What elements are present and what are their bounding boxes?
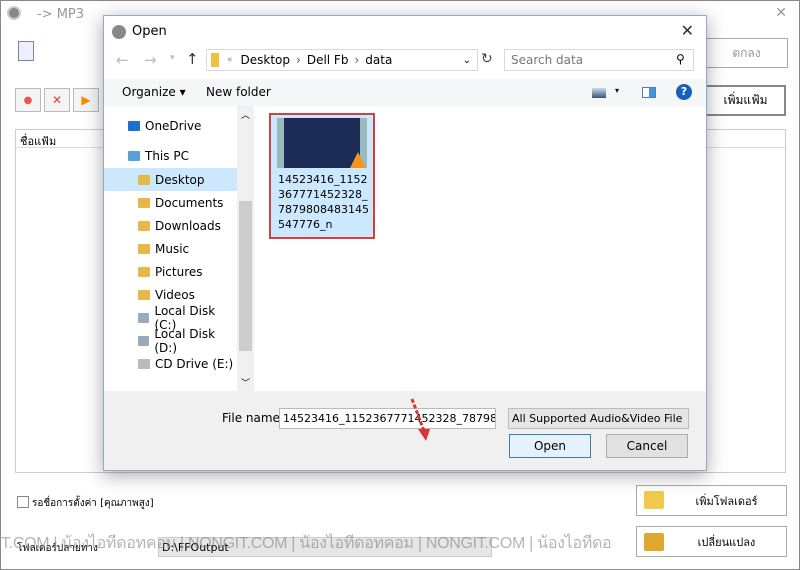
recent-chevron-icon[interactable]: ▾ xyxy=(170,53,175,63)
nav-item-label: This PC xyxy=(145,148,189,163)
breadcrumb-data[interactable]: data xyxy=(365,53,392,67)
drive-icon xyxy=(138,335,150,346)
nav-item-pictures[interactable]: Pictures xyxy=(104,260,237,283)
view-chevron-icon[interactable]: ▾ xyxy=(615,86,619,95)
settings-checkbox[interactable] xyxy=(17,496,29,508)
file-item[interactable]: 14523416_1152367771452328_78798084831455… xyxy=(269,113,375,239)
file-view: 14523416_1152367771452328_78798084831455… xyxy=(256,106,706,391)
nav-item-label: Downloads xyxy=(155,218,221,233)
search-input[interactable]: Search data xyxy=(504,49,694,71)
add-file-icon[interactable]: ● xyxy=(15,88,41,112)
address-bar[interactable]: « Desktop › Dell Fb › data ⌄ xyxy=(206,49,478,71)
vlc-cone-icon xyxy=(350,152,366,168)
mp3-file-icon xyxy=(18,41,34,61)
play-icon[interactable]: ▶ xyxy=(73,88,99,112)
help-icon[interactable]: ? xyxy=(676,84,692,100)
chevron-down-icon[interactable]: ⌄ xyxy=(463,55,471,66)
refresh-icon[interactable]: ↻ xyxy=(481,51,493,67)
breadcrumb-dell-fb[interactable]: Dell Fb xyxy=(307,53,349,67)
folder-icon xyxy=(211,53,219,67)
window-title: -> MP3 xyxy=(37,7,85,22)
dialog-footer: File name: 14523416_1152367771452328_787… xyxy=(104,391,706,470)
dialog-title: Open xyxy=(132,24,167,39)
open-button[interactable]: Open xyxy=(509,434,591,458)
up-icon[interactable]: ↑ xyxy=(186,50,199,68)
nav-item-label: CD Drive (E:) xyxy=(155,356,234,371)
nav-item-local-disk-d[interactable]: Local Disk (D:) xyxy=(104,326,237,355)
nav-item-label: Documents xyxy=(155,195,224,210)
navigation-pane: OneDrive This PC Desktop Documents Downloads… xyxy=(104,106,254,391)
file-name-input[interactable]: 14523416_1152367771452328_78798( xyxy=(279,408,496,429)
nav-item-this-pc[interactable]: This PC xyxy=(104,144,237,167)
nav-item-onedrive[interactable]: OneDrive xyxy=(104,114,237,137)
cloud-icon xyxy=(128,120,140,131)
folder-icon xyxy=(138,174,150,185)
nav-item-label: Local Disk (D:) xyxy=(154,326,216,355)
computer-icon xyxy=(128,150,140,161)
nav-item-label: Desktop xyxy=(155,172,205,187)
folder-add-icon xyxy=(644,491,664,509)
nav-item-desktop[interactable]: Desktop xyxy=(104,168,237,191)
add-folder-label: เพิ่มโฟลเดอร์ xyxy=(695,494,758,508)
organize-button[interactable]: Organize ▾ xyxy=(122,85,186,99)
add-folder-button[interactable]: เพิ่มโฟลเดอร์ xyxy=(636,485,787,516)
remove-icon[interactable]: ✕ xyxy=(44,88,70,112)
app-icon xyxy=(7,6,21,20)
cancel-button[interactable]: Cancel xyxy=(606,434,688,458)
file-name: 14523416_1152367771452328_78798084831455… xyxy=(278,173,369,231)
folder-icon xyxy=(138,289,150,300)
view-icon[interactable] xyxy=(592,88,606,98)
folder-icon xyxy=(138,243,150,254)
nav-item-documents[interactable]: Documents xyxy=(104,191,237,214)
folder-icon xyxy=(138,266,150,277)
add-file-button[interactable]: เพิ่มแฟ้ม xyxy=(705,85,786,116)
watermark: T.COM | น้องไอทีดอทคอม | NONGIT.COM | น้… xyxy=(1,535,612,552)
checkbox-label: รอชื่อการตั้งค่า [คุณภาพสูง] xyxy=(32,498,154,509)
nav-scrollbar[interactable]: ︿ ﹀ xyxy=(237,106,254,391)
nav-item-cd-drive-e[interactable]: CD Drive (E:) xyxy=(104,352,237,375)
file-type-select[interactable]: All Supported Audio&Video File xyxy=(508,408,689,429)
preview-pane-icon[interactable] xyxy=(642,87,656,98)
close-icon[interactable]: ✕ xyxy=(681,21,694,40)
nav-item-label: Music xyxy=(155,241,190,256)
folder-icon xyxy=(138,220,150,231)
nav-item-music[interactable]: Music xyxy=(104,237,237,260)
scroll-down-icon[interactable]: ﹀ xyxy=(241,376,250,389)
nav-item-label: Videos xyxy=(155,287,195,302)
nav-item-downloads[interactable]: Downloads xyxy=(104,214,237,237)
breadcrumb-desktop[interactable]: Desktop xyxy=(241,53,291,67)
scroll-up-icon[interactable]: ︿ xyxy=(241,108,250,121)
search-icon: ⚲ xyxy=(676,52,685,66)
nav-item-label: OneDrive xyxy=(145,118,202,133)
nav-item-label: Pictures xyxy=(155,264,203,279)
scroll-thumb[interactable] xyxy=(239,201,252,351)
app-icon xyxy=(112,25,126,39)
new-folder-button[interactable]: New folder xyxy=(206,85,271,99)
video-thumbnail xyxy=(277,118,367,168)
command-bar: Organize ▾ New folder ▾ ? xyxy=(104,79,706,106)
cd-icon xyxy=(138,358,150,369)
back-icon[interactable]: ← xyxy=(116,51,129,69)
file-name-label: File name: xyxy=(222,411,284,425)
ok-button[interactable]: ตกลง xyxy=(705,38,788,68)
forward-icon[interactable]: → xyxy=(144,51,157,69)
drive-icon xyxy=(138,312,150,323)
open-dialog: Open ✕ ← → ▾ ↑ « Desktop › Dell Fb › data … xyxy=(103,15,707,471)
red-arrow-annotation xyxy=(410,398,430,441)
folder-icon xyxy=(138,197,150,208)
close-icon[interactable]: ✕ xyxy=(775,5,787,21)
navigation-bar: ← → ▾ ↑ « Desktop › Dell Fb › data ⌄ ↻ Sea… xyxy=(104,46,706,76)
